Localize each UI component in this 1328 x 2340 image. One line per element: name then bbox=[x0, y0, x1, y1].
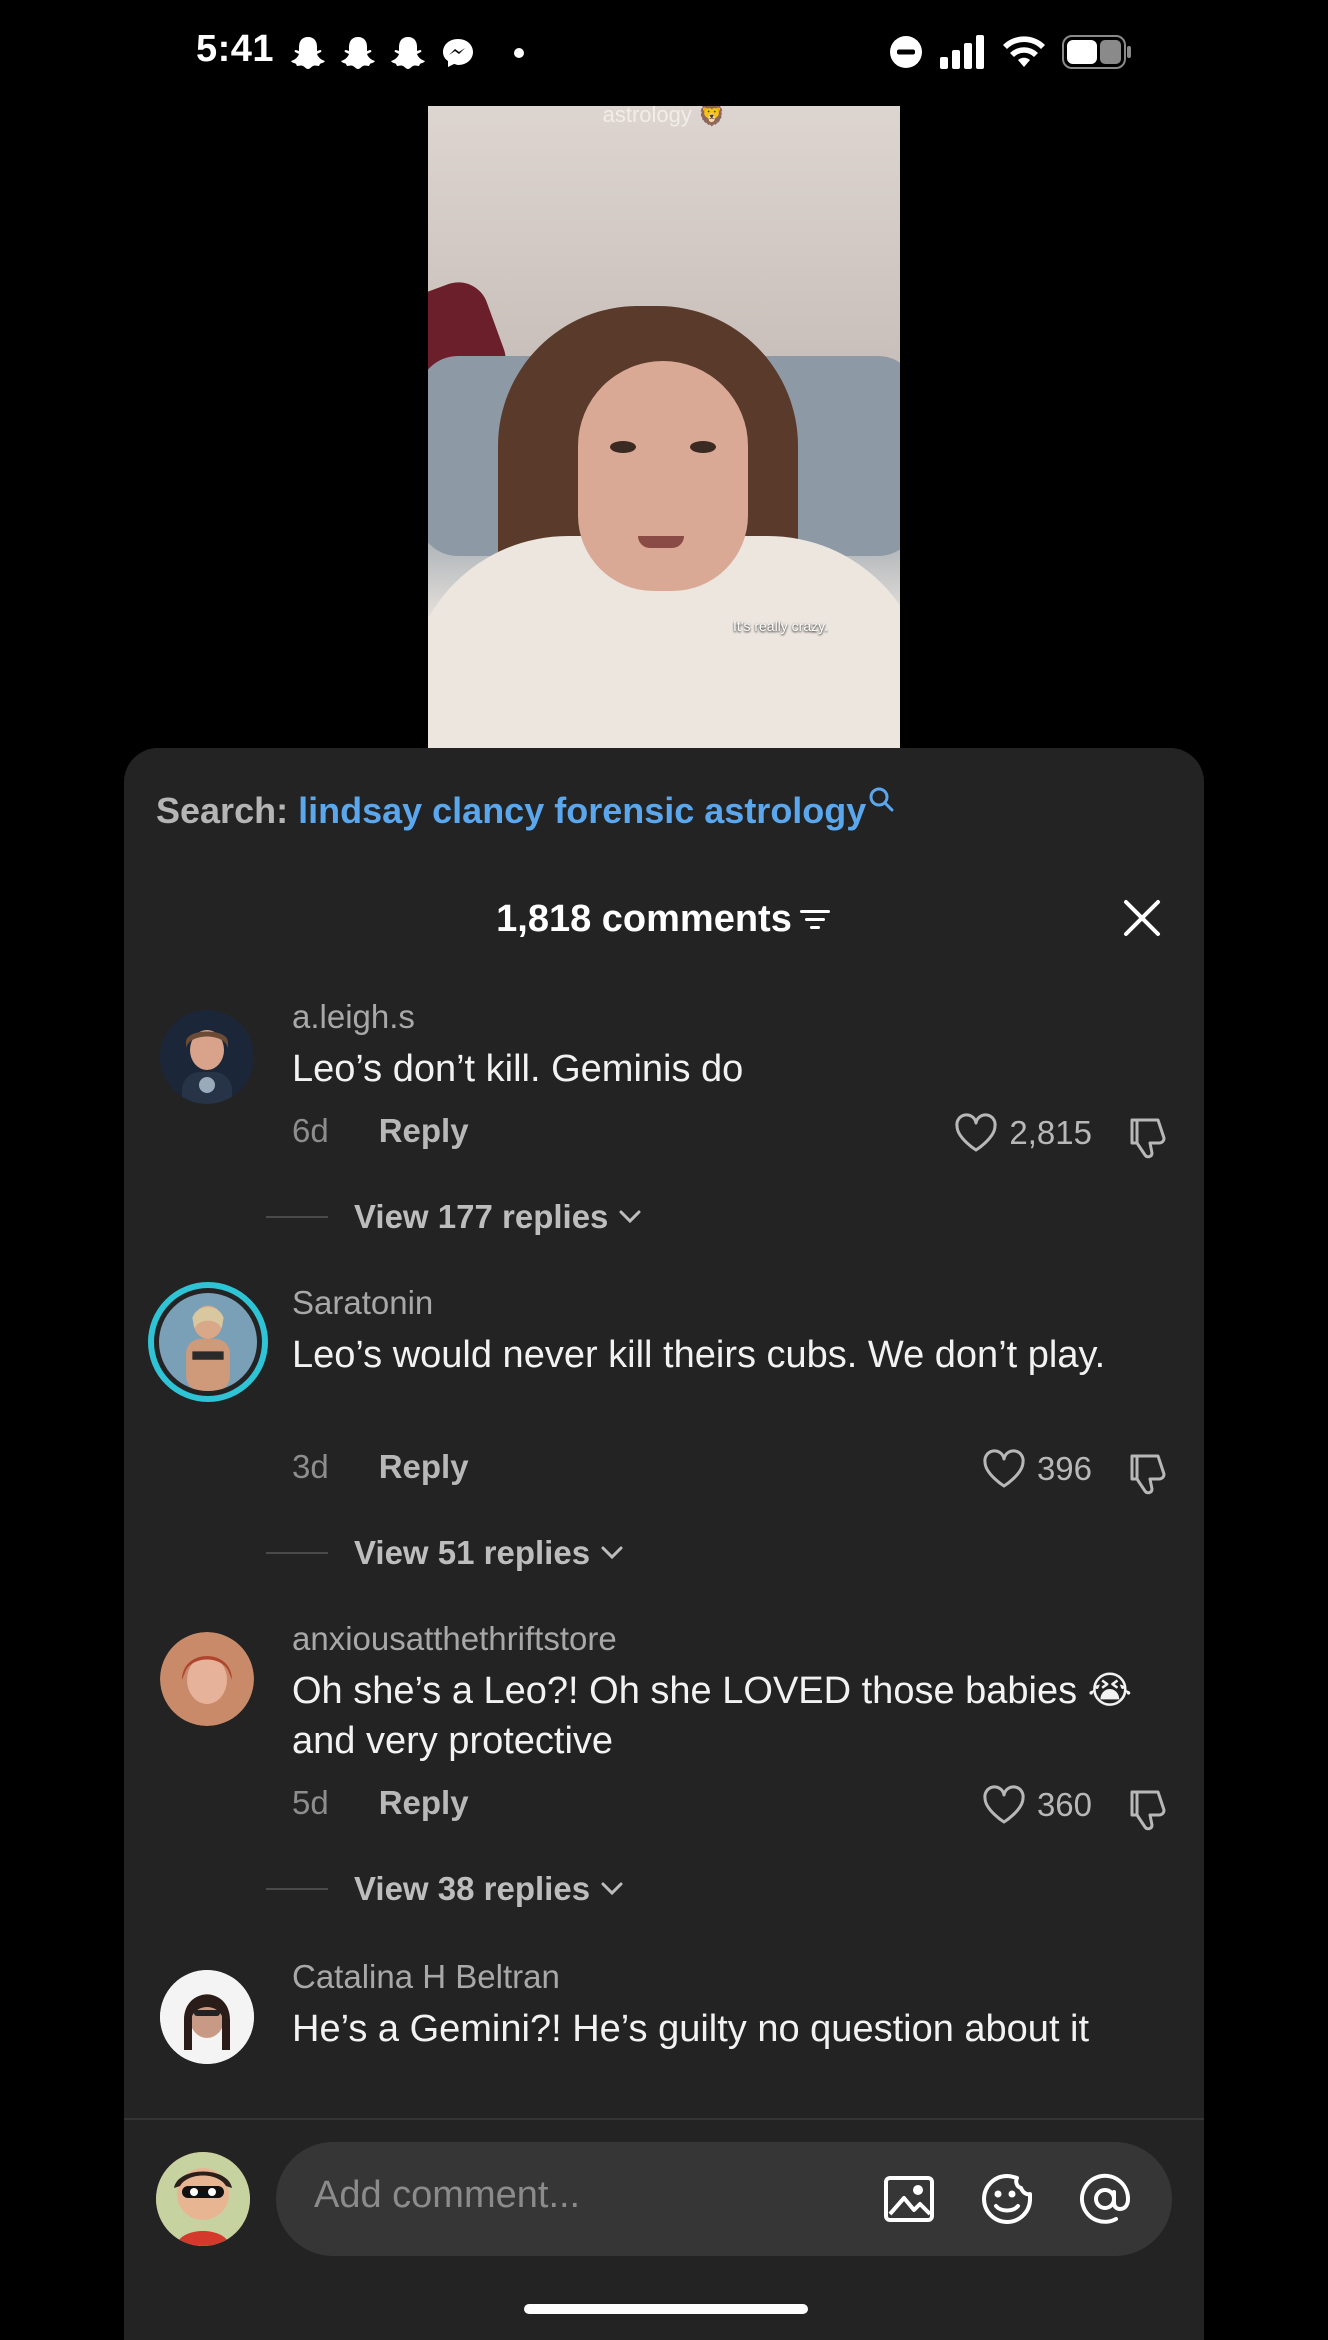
view-replies-label: View 51 replies bbox=[354, 1534, 591, 1571]
search-label: Search: bbox=[156, 790, 289, 831]
avatar[interactable] bbox=[160, 1010, 254, 1104]
view-replies-button[interactable]: View 51 replies bbox=[266, 1534, 624, 1572]
cellular-signal-icon bbox=[940, 35, 984, 69]
composer-divider bbox=[124, 2118, 1204, 2120]
comment-meta: 5d Reply bbox=[292, 1784, 469, 1822]
dislike-icon[interactable] bbox=[1124, 1450, 1172, 1498]
video-overlay-text: astrology 🦁 bbox=[602, 106, 726, 127]
heart-icon bbox=[983, 1449, 1025, 1488]
comment-username[interactable]: Saratonin bbox=[292, 1284, 433, 1322]
comment-input-placeholder: Add comment... bbox=[314, 2174, 581, 2216]
home-indicator[interactable] bbox=[524, 2304, 808, 2314]
comment-age: 6d bbox=[292, 1112, 329, 1149]
reply-button[interactable]: Reply bbox=[379, 1112, 469, 1150]
mention-icon[interactable] bbox=[1076, 2170, 1134, 2228]
video-person-mouth bbox=[638, 536, 684, 548]
dislike-icon[interactable] bbox=[1124, 1114, 1172, 1162]
heart-icon bbox=[955, 1113, 997, 1152]
thread-divider-line bbox=[266, 1888, 328, 1890]
view-replies-label: View 38 replies bbox=[354, 1870, 591, 1907]
video-person-face bbox=[578, 361, 748, 591]
video-player[interactable]: astrology 🦁 It's really crazy. bbox=[428, 106, 900, 748]
thread-divider-line bbox=[266, 1552, 328, 1554]
search-suggestion[interactable]: Search: lindsay clancy forensic astrolog… bbox=[156, 787, 896, 832]
comment-meta: 6d Reply bbox=[292, 1112, 469, 1150]
comment-text: Oh she’s a Leo?! Oh she LOVED those babi… bbox=[292, 1670, 1133, 1762]
notification-icons bbox=[290, 34, 524, 72]
emoji-sticker-icon[interactable] bbox=[978, 2170, 1036, 2228]
like-button[interactable]: 2,815 bbox=[953, 1112, 1092, 1154]
do-not-disturb-icon bbox=[890, 36, 922, 68]
comments-count[interactable]: 1,818 comments bbox=[496, 898, 832, 941]
chevron-down-icon bbox=[601, 1882, 623, 1896]
comments-count-label: 1,818 comments bbox=[496, 898, 792, 940]
heart-icon bbox=[983, 1785, 1025, 1824]
view-replies-button[interactable]: View 38 replies bbox=[266, 1870, 624, 1908]
comment-text: Leo’s don’t kill. Geminis do bbox=[292, 1048, 744, 1090]
avatar[interactable] bbox=[148, 1282, 268, 1402]
like-button[interactable]: 396 bbox=[981, 1448, 1092, 1490]
avatar[interactable] bbox=[160, 1970, 254, 2064]
reply-button[interactable]: Reply bbox=[379, 1784, 469, 1822]
search-icon bbox=[869, 787, 894, 812]
close-icon[interactable] bbox=[1118, 894, 1166, 942]
video-caption: It's really crazy. bbox=[733, 618, 828, 634]
comment-username[interactable]: anxiousatthethriftstore bbox=[292, 1620, 617, 1658]
comment-age: 5d bbox=[292, 1784, 329, 1821]
search-query-link[interactable]: lindsay clancy forensic astrology bbox=[298, 790, 866, 831]
current-user-avatar[interactable] bbox=[156, 2152, 250, 2246]
view-replies-button[interactable]: View 177 replies bbox=[266, 1198, 642, 1236]
comments-sheet: Search: lindsay clancy forensic astrolog… bbox=[124, 748, 1204, 2340]
like-count: 2,815 bbox=[1009, 1114, 1092, 1151]
sort-filter-icon[interactable] bbox=[798, 905, 832, 935]
chevron-down-icon bbox=[619, 1210, 641, 1224]
comment-meta: 3d Reply bbox=[292, 1448, 469, 1486]
like-button[interactable]: 360 bbox=[981, 1784, 1092, 1826]
comment-username[interactable]: a.leigh.s bbox=[292, 998, 415, 1036]
chevron-down-icon bbox=[601, 1546, 623, 1560]
like-count: 396 bbox=[1036, 1450, 1092, 1487]
status-time: 5:41 bbox=[196, 28, 275, 70]
comment-username[interactable]: Catalina H Beltran bbox=[292, 1958, 560, 1996]
like-count: 360 bbox=[1036, 1786, 1092, 1823]
video-person-eye bbox=[610, 441, 636, 453]
more-notifications-dot bbox=[514, 48, 524, 58]
messenger-icon bbox=[443, 39, 473, 67]
comment-age: 3d bbox=[292, 1448, 329, 1485]
snapchat-icon bbox=[291, 37, 325, 69]
comments-header: 1,818 comments bbox=[124, 898, 1204, 958]
comment-text: Leo’s would never kill theirs cubs. We d… bbox=[292, 1334, 1106, 1376]
view-replies-label: View 177 replies bbox=[354, 1198, 609, 1235]
reply-button[interactable]: Reply bbox=[379, 1448, 469, 1486]
comment-input[interactable]: Add comment... bbox=[276, 2142, 1172, 2256]
image-icon[interactable] bbox=[880, 2170, 938, 2228]
comment-text: He’s a Gemini?! He’s guilty no question … bbox=[292, 2008, 1090, 2050]
snapchat-icon bbox=[391, 37, 425, 69]
battery-icon bbox=[1062, 35, 1131, 69]
system-icons bbox=[888, 34, 1132, 70]
avatar[interactable] bbox=[160, 1632, 254, 1726]
wifi-icon bbox=[1003, 36, 1045, 67]
video-person-eye bbox=[690, 441, 716, 453]
status-bar: 5:41 bbox=[0, 0, 1328, 106]
snapchat-icon bbox=[341, 37, 375, 69]
dislike-icon[interactable] bbox=[1124, 1786, 1172, 1834]
thread-divider-line bbox=[266, 1216, 328, 1218]
